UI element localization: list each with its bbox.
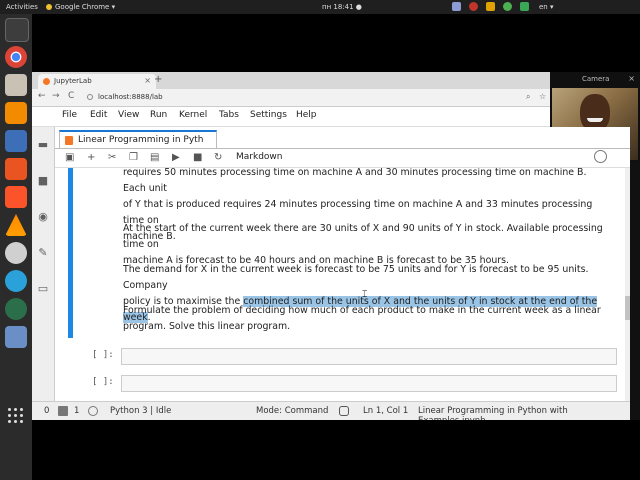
browser-toolbar: ← → C localhost:8888/lab ⌕ ☆: [32, 89, 550, 107]
wrench-icon[interactable]: ✎: [37, 247, 49, 259]
notebook-tab[interactable]: Linear Programming in Pyth: [59, 130, 217, 149]
markdown-paragraph: Formulate the problem of deciding how mu…: [123, 303, 603, 335]
save-icon[interactable]: ▣: [65, 151, 74, 165]
software-center-icon[interactable]: [5, 158, 27, 180]
tabs-icon[interactable]: ▭: [37, 283, 49, 295]
shield-icon[interactable]: [339, 406, 349, 416]
folder-icon[interactable]: ▬: [37, 139, 49, 151]
status-bar: 0 1 Python 3 | Idle Mode: Command Ln 1, …: [32, 401, 630, 426]
browser-tab-jupyterlab[interactable]: JupyterLab ×: [38, 74, 156, 89]
text-line: program. Solve this linear program.: [123, 321, 291, 332]
cell-collapser[interactable]: [68, 168, 73, 338]
new-tab-button[interactable]: +: [154, 74, 162, 85]
zoom-icon[interactable]: ⌕: [526, 92, 530, 102]
restart-icon[interactable]: ↻: [214, 151, 222, 165]
show-applications-icon[interactable]: [8, 408, 24, 424]
firefox-icon[interactable]: [5, 298, 27, 320]
clock[interactable]: пн 18:41 ●: [322, 3, 362, 11]
desktop-background: [32, 420, 640, 480]
forward-button[interactable]: →: [52, 91, 60, 101]
jupyter-menu-bar: File Edit View Run Kernel Tabs Settings …: [32, 107, 550, 127]
person-smile: [587, 118, 603, 122]
system-tray: en ▾: [452, 2, 553, 11]
menu-view[interactable]: View: [118, 110, 139, 120]
menu-run[interactable]: Run: [150, 110, 167, 120]
tray-update-icon[interactable]: [520, 2, 529, 11]
tray-recorder-icon[interactable]: [469, 2, 478, 11]
input-prompt: [ ]:: [92, 350, 114, 360]
tray-chrome-icon[interactable]: [503, 2, 512, 11]
notebook-icon: [65, 136, 73, 145]
browser-tab-title: JupyterLab: [54, 77, 92, 85]
menu-settings[interactable]: Settings: [250, 110, 287, 120]
browser-tab-strip: JupyterLab × +: [32, 72, 550, 89]
cell-type-select[interactable]: Markdown: [236, 152, 282, 162]
jupyter-left-sidebar: ▬ ■ ◉ ✎ ▭: [32, 127, 55, 420]
address-bar[interactable]: localhost:8888/lab: [98, 93, 163, 101]
code-cell-input[interactable]: [121, 375, 617, 392]
code-cell-input[interactable]: [121, 348, 617, 365]
terminal-icon[interactable]: [58, 406, 68, 416]
app-menu-label: Google Chrome ▾: [55, 3, 116, 11]
system-top-bar: Activities Google Chrome ▾ пн 18:41 ● en…: [0, 0, 640, 14]
menu-kernel[interactable]: Kernel: [179, 110, 207, 120]
text-line: At the start of the current week there a…: [123, 223, 603, 250]
notebook-content: requires 50 minutes processing time on m…: [55, 168, 630, 401]
terminal-icon[interactable]: [5, 18, 29, 42]
kernel-status-icon: [594, 150, 607, 163]
kernel-count: 1: [74, 406, 80, 416]
kernel-status[interactable]: Python 3 | Idle: [110, 406, 171, 416]
mode-indicator: Mode: Command: [256, 406, 329, 416]
system-monitor-icon[interactable]: [5, 326, 27, 348]
text-line: requires 50 minutes processing time on m…: [123, 168, 587, 194]
kernel-icon[interactable]: [88, 406, 98, 416]
jupyter-favicon-icon: [43, 78, 50, 85]
menu-edit[interactable]: Edit: [90, 110, 107, 120]
running-kernels-icon[interactable]: ■: [37, 175, 49, 187]
stop-icon[interactable]: ■: [193, 151, 202, 165]
input-prompt: [ ]:: [92, 377, 114, 387]
settings-gear-icon[interactable]: [5, 242, 27, 264]
paste-icon[interactable]: ▤: [150, 151, 159, 165]
bookmark-star-icon[interactable]: ☆: [539, 92, 546, 101]
mouse-cursor-icon: ⌶: [362, 290, 368, 300]
cut-icon[interactable]: ✂: [108, 151, 116, 165]
chrome-icon: [46, 4, 52, 10]
language-indicator[interactable]: en ▾: [539, 3, 553, 11]
reload-button[interactable]: C: [68, 91, 74, 101]
site-info-icon[interactable]: [87, 94, 93, 100]
chrome-icon[interactable]: [5, 46, 27, 68]
tray-app-icon[interactable]: [452, 2, 461, 11]
menu-help[interactable]: Help: [296, 110, 317, 120]
camera-title: Camera: [582, 75, 610, 83]
app-menu[interactable]: Google Chrome ▾: [46, 3, 115, 11]
menu-file[interactable]: File: [62, 110, 77, 120]
palette-icon[interactable]: ◉: [37, 211, 49, 223]
files-icon[interactable]: [5, 74, 27, 96]
notebook-tab-title: Linear Programming in Pyth: [78, 135, 204, 145]
activities-button[interactable]: Activities: [6, 3, 38, 11]
sublime-text-icon[interactable]: [5, 102, 27, 124]
notebook-panel: Linear Programming in Pyth ▣ + ✂ ❐ ▤ ▶ ■…: [55, 127, 630, 401]
screen-tool-icon[interactable]: [5, 270, 27, 292]
notebook-toolbar: ▣ + ✂ ❐ ▤ ▶ ■ ↻ Markdown: [55, 149, 630, 168]
back-button[interactable]: ←: [38, 91, 46, 101]
run-icon[interactable]: ▶: [172, 151, 180, 165]
copy-icon[interactable]: ❐: [129, 151, 138, 165]
menu-tabs[interactable]: Tabs: [219, 110, 239, 120]
document-viewer-icon[interactable]: [5, 130, 27, 152]
close-icon[interactable]: ×: [144, 76, 151, 85]
add-cell-icon[interactable]: +: [87, 151, 95, 165]
terminal-count: 0: [44, 406, 50, 416]
text-line: Formulate the problem of deciding how mu…: [123, 305, 601, 316]
tray-wallet-icon[interactable]: [486, 2, 495, 11]
vlc-icon[interactable]: [5, 214, 27, 236]
cursor-position[interactable]: Ln 1, Col 1: [363, 406, 408, 416]
brave-icon[interactable]: [5, 186, 27, 208]
desktop-edge: [630, 162, 640, 420]
launcher-dock: [0, 14, 32, 480]
close-icon[interactable]: ×: [628, 74, 635, 83]
